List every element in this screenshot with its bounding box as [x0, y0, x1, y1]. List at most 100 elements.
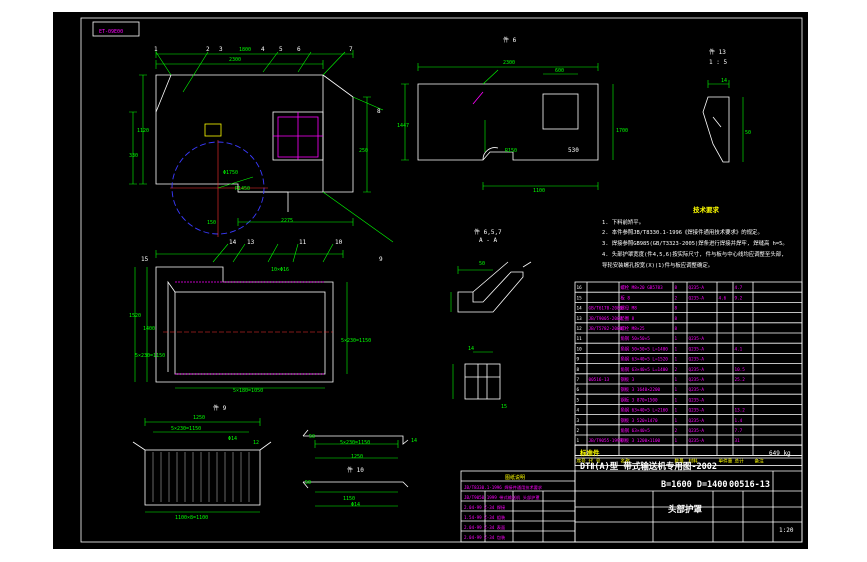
svg-text:1100×8=1100: 1100×8=1100 [175, 515, 208, 521]
bom-cell: 9.2 [735, 295, 743, 301]
bom-cell: 1 [675, 418, 678, 424]
bom-cell: 螺栓 M8×25 [621, 325, 646, 332]
view-8: 5×230=1150 1250 14 50 件 10 [302, 429, 417, 474]
revision-table: 图纸说明 JB/T8330.1-1996 焊接件通用技术要求 JB/T9050-… [460, 470, 576, 543]
svg-text:250: 250 [359, 148, 368, 154]
bom-cell: 角钢 63×40×5 L=1400 [621, 366, 669, 373]
svg-text:1 : 5: 1 : 5 [709, 59, 727, 66]
bom-cell: 2 [675, 428, 678, 434]
svg-text:2.04-99 Z-34 焊接: 2.04-99 Z-34 焊接 [464, 504, 506, 511]
bom-header-cell: 单件重 [719, 458, 733, 465]
svg-text:1120: 1120 [137, 128, 149, 134]
bom-cell: 螺栓 M8×20 GB5783 [621, 284, 664, 291]
section-aa: 件 6,5,7 A - A 50 [450, 228, 532, 313]
svg-text:13: 13 [247, 239, 255, 246]
bom-cell: 25.2 [735, 377, 746, 383]
svg-text:1. 下料前矫平。: 1. 下料前矫平。 [602, 218, 644, 226]
svg-text:图纸说明: 图纸说明 [505, 474, 525, 481]
svg-text:1:20: 1:20 [779, 527, 794, 534]
spec-text: B=1600 D=1400 [661, 480, 728, 490]
bom-table: 16 螺栓 M8×20 GB5783 8 Q235-A 4.715 板 8 2 Q235-A 4… [574, 281, 803, 466]
svg-text:Φ14: Φ14 [228, 436, 237, 442]
bom-cell: 13.2 [735, 408, 746, 414]
bom-cell: 1 [577, 438, 580, 444]
bom-cell: 1 [675, 357, 678, 363]
svg-text:649 kg: 649 kg [769, 450, 791, 457]
svg-text:导轮安装螺孔按宽(X)(1)件与板应调整确定。: 导轮安装螺孔按宽(X)(1)件与板应调整确定。 [602, 261, 713, 269]
svg-text:11: 11 [299, 239, 307, 246]
svg-text:Φ1750: Φ1750 [223, 170, 238, 176]
svg-text:JB/T8330.1-1996 焊接件通用技术要求: JB/T8330.1-1996 焊接件通用技术要求 [464, 484, 543, 491]
svg-text:2300: 2300 [503, 60, 515, 66]
code-box-text: ET-09E00 [99, 29, 123, 35]
bom-cell: 00516-13 [589, 377, 610, 383]
bom-header-cell: 备注 [755, 458, 765, 465]
svg-text:150: 150 [207, 220, 216, 226]
svg-text:5×230=1150: 5×230=1150 [135, 353, 165, 359]
frame-title: DTⅡ(A)型 带式输送机专用图-2002 [580, 461, 717, 472]
svg-text:10: 10 [335, 239, 343, 246]
svg-text:7: 7 [349, 46, 353, 53]
bom-cell: Q235-A [689, 397, 705, 403]
svg-text:50: 50 [305, 480, 311, 486]
bom-cell: JB/T5782-2000 [589, 326, 623, 332]
svg-text:A - A: A - A [479, 237, 497, 244]
svg-text:标准件: 标准件 [579, 448, 600, 457]
bom-cell: 1.4 [735, 418, 743, 424]
bom-cell: 角钢 63×40×5 [621, 427, 651, 434]
bom-cell: Q235-A [689, 367, 705, 373]
svg-text:14: 14 [229, 239, 237, 246]
bom-cell: 8 [675, 306, 678, 312]
plan-view: 1400 1520 5×230=1150 5×230=1150 5×180=10… [129, 239, 371, 394]
svg-text:4: 4 [261, 46, 265, 53]
svg-text:R150: R150 [505, 148, 517, 154]
bom-cell: 1 [675, 377, 678, 383]
bom-cell: 1 [675, 336, 678, 342]
svg-text:8: 8 [377, 108, 381, 115]
svg-text:件 10: 件 10 [347, 466, 364, 474]
svg-text:1: 1 [154, 46, 158, 53]
bom-cell: 4.7 [735, 285, 743, 291]
svg-text:15: 15 [141, 256, 149, 263]
drawing-number: 00516-13 [729, 480, 770, 490]
bom-cell: Q235-A [689, 346, 705, 352]
view-13: 件 13 1 : 5 50 14 [702, 48, 751, 163]
bom-cell: 31 [735, 438, 741, 444]
svg-text:14: 14 [468, 346, 474, 352]
svg-text:R1450: R1450 [235, 186, 250, 192]
bom-cell: 8 [675, 316, 678, 322]
notes-title: 技术要求 [693, 205, 720, 214]
bom-cell: 钢板 3 1200×1100 [621, 437, 661, 444]
bom-cell: 9 [577, 357, 580, 363]
svg-text:15: 15 [501, 404, 507, 410]
svg-text:10×Φ16: 10×Φ16 [271, 267, 289, 273]
bom-cell: Q235-A [689, 408, 705, 414]
bom-cell: Q235-A [689, 295, 705, 301]
svg-text:1800: 1800 [239, 47, 251, 53]
svg-text:2.04-99 Z-34 表面: 2.04-99 Z-34 表面 [464, 524, 505, 531]
view-9: 件 9 1250 5×230=1150 1100×8=1100 Φ14 12 [132, 404, 272, 521]
svg-text:600: 600 [555, 68, 564, 74]
bom-cell: 钢板 3 1640×2200 [621, 386, 661, 393]
svg-text:件 13: 件 13 [709, 48, 726, 56]
view-11: 1150 Φ14 50 [302, 480, 409, 508]
bom-cell: GB/T6170-2000 [589, 306, 623, 312]
bom-cell: 10 [577, 346, 583, 352]
bom-cell: Q235-A [689, 336, 705, 342]
svg-text:50: 50 [745, 130, 751, 136]
bom-cell: Q235-A [689, 418, 705, 424]
svg-text:3: 3 [219, 46, 223, 53]
svg-text:2300: 2300 [229, 57, 241, 63]
svg-text:件 6: 件 6 [503, 36, 517, 44]
bom-cell: 3 [577, 418, 580, 424]
bom-cell: 角钢 63×40×5 L=1520 [621, 356, 669, 363]
bom-cell: 角钢 50×50×5 L=1400 [621, 345, 669, 352]
bom-cell: 8 [577, 367, 580, 373]
svg-text:530: 530 [568, 147, 579, 154]
bom-cell: Q235-A [689, 387, 705, 393]
bom-cell: 角钢 63×40×5 L=2160 [621, 407, 669, 414]
svg-text:6: 6 [297, 46, 301, 53]
bom-cell: 垫圈 8 [621, 315, 635, 322]
svg-text:1250: 1250 [351, 454, 363, 460]
bom-cell: 钢板 3 [621, 376, 635, 383]
